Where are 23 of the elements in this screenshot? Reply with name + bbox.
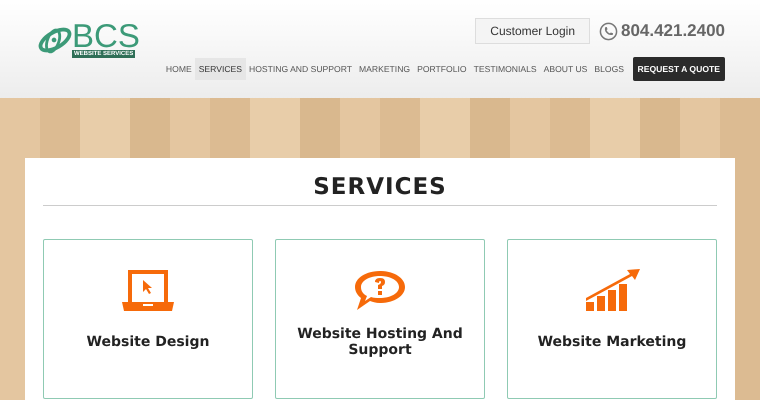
nav-link[interactable]: SERVICES — [195, 58, 246, 80]
phone-number: 804.421.2400 — [621, 21, 725, 41]
nav-link[interactable]: TESTIMONIALS — [470, 58, 540, 80]
nav-link[interactable]: PORTFOLIO — [414, 58, 470, 80]
service-title: Website Hosting And Support — [296, 325, 464, 360]
service-card[interactable]: Website Design — [43, 239, 253, 399]
request-quote-button[interactable]: REQUEST A QUOTE — [632, 57, 725, 81]
question-speech-bubble-icon — [352, 268, 408, 312]
nav-link[interactable]: BLOGS — [590, 58, 628, 80]
nav-link[interactable]: HOME — [162, 58, 196, 80]
nav-link[interactable]: HOSTING AND SUPPORT — [246, 58, 356, 80]
nav-link[interactable]: ABOUT US — [540, 58, 591, 80]
logo-name: BCS — [72, 22, 140, 50]
section-heading: SERVICES — [43, 174, 717, 206]
service-card[interactable]: Website Marketing — [507, 239, 717, 399]
service-title: Website Design — [86, 333, 210, 352]
customer-login-button[interactable]: Customer Login — [475, 18, 590, 44]
phone-icon — [599, 22, 618, 40]
service-title: Website Marketing — [536, 333, 688, 352]
laptop-icon — [120, 268, 176, 312]
nav-link[interactable]: MARKETING — [356, 58, 414, 80]
growth-chart-icon — [584, 268, 640, 312]
service-card[interactable]: Website Hosting And Support — [275, 239, 485, 399]
